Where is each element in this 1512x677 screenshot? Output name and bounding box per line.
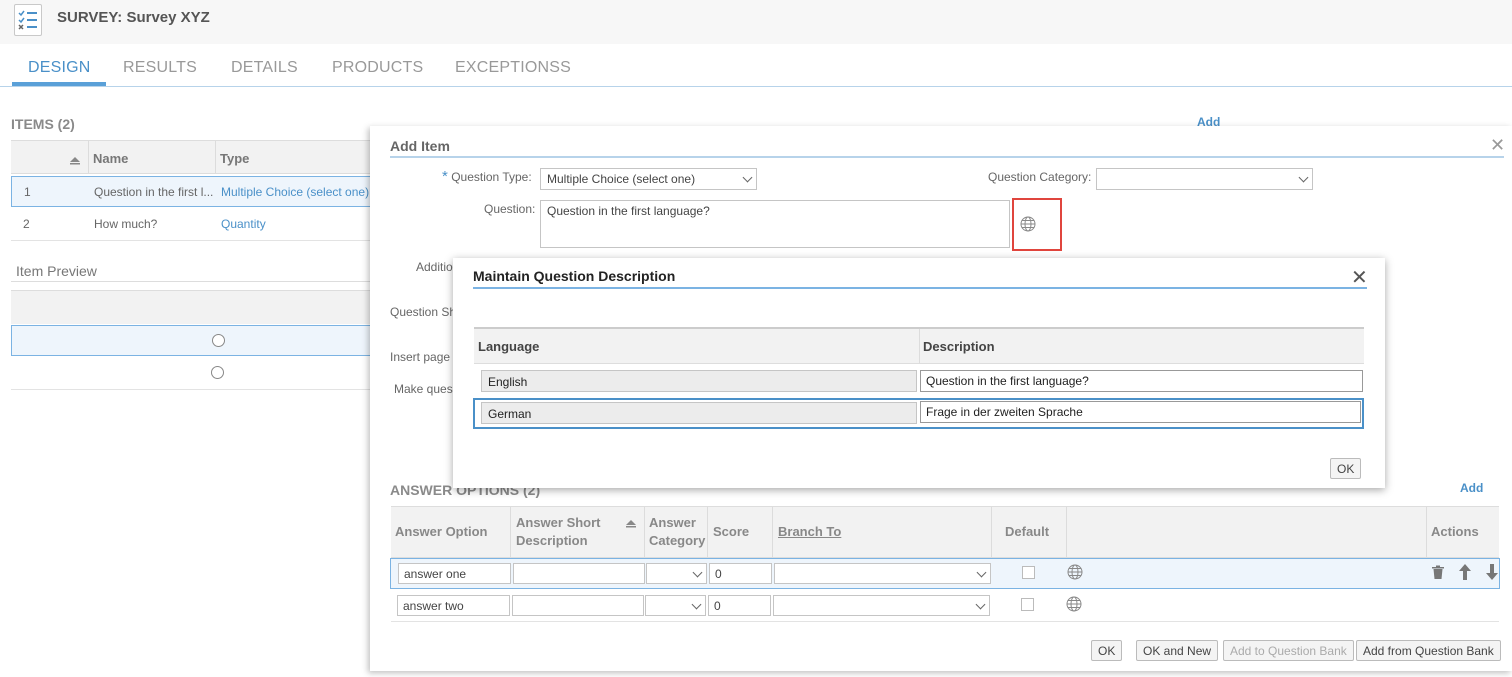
close-icon[interactable]: ✕ [1351,265,1368,290]
tab-design[interactable]: DESIGN [28,59,91,77]
column-type[interactable]: Type [220,151,249,166]
items-section-title: ITEMS (2) [11,116,75,132]
add-from-question-bank-button[interactable]: Add from Question Bank [1356,640,1501,661]
sort-icon[interactable] [626,517,636,531]
table-row[interactable]: 1 Question in the first l... Multiple Ch… [11,176,373,207]
item-name: How much? [94,217,158,231]
language-cell: German [481,402,917,424]
chevron-down-icon [975,599,986,610]
column-category-1[interactable]: Answer [649,514,696,532]
language-cell: English [481,370,917,392]
column-branch-to[interactable]: Branch To [778,523,841,541]
preview-radio[interactable] [212,334,225,347]
item-type-link[interactable]: Quantity [221,217,266,231]
answer-row[interactable]: answer one 0 [390,558,1500,589]
column-answer-option[interactable]: Answer Option [395,523,487,541]
column-language: Language [478,339,540,354]
add-answer-link[interactable]: Add [1460,481,1483,495]
preview-row[interactable] [11,325,373,356]
question-type-label: * Question Type: [442,168,532,185]
divider [390,156,1504,158]
question-category-select[interactable] [1096,168,1313,190]
divider [11,281,371,282]
dialog-table-header: Language Description [474,327,1364,364]
tab-details[interactable]: DETAILS [231,59,298,77]
question-category-label: Question Category: [988,170,1092,184]
column-short-desc-2[interactable]: Description [516,532,588,550]
answer-option-input[interactable]: answer two [397,595,510,616]
chevron-down-icon [692,567,703,578]
chevron-down-icon [691,599,702,610]
short-desc-input[interactable] [512,595,644,616]
sort-icon[interactable] [70,154,80,168]
item-type-link[interactable]: Multiple Choice (select one) [221,185,369,199]
add-to-question-bank-button[interactable]: Add to Question Bank [1223,640,1354,661]
description-input[interactable]: Frage in der zweiten Sprache [920,401,1361,423]
branch-to-select[interactable] [773,595,990,616]
branch-to-select[interactable] [774,563,991,584]
insert-page-label: Insert page [390,350,451,364]
short-desc-input[interactable] [513,563,645,584]
globe-icon[interactable] [1067,564,1083,580]
top-bar [0,0,1512,44]
description-input[interactable]: Question in the first language? [920,370,1363,392]
answer-row[interactable]: answer two 0 [391,590,1499,622]
add-item-title: Add Item [390,138,450,154]
question-textarea[interactable]: Question in the first language? [540,200,1010,248]
default-checkbox[interactable] [1021,598,1034,611]
column-category-2[interactable]: Category [649,532,705,550]
score-input[interactable]: 0 [709,563,772,584]
tabs-divider [0,86,1512,87]
globe-icon[interactable] [1020,216,1036,232]
ok-button[interactable]: OK [1091,640,1123,661]
item-name: Question in the first l... [94,185,214,199]
question-short-label: Question Sh [390,305,457,319]
table-row[interactable]: 2 How much? Quantity [11,208,371,241]
preview-radio[interactable] [211,366,224,379]
preview-header [11,290,371,324]
make-question-label: Make ques [394,382,453,396]
column-actions: Actions [1431,524,1479,539]
column-default[interactable]: Default [1005,523,1049,541]
divider [473,287,1367,289]
question-label: Question: [484,202,536,216]
trash-icon[interactable] [1431,565,1445,583]
column-score[interactable]: Score [713,523,749,541]
answer-table-header: Answer Option Answer Short Description A… [391,506,1499,558]
chevron-down-icon [742,172,753,183]
close-icon[interactable]: ✕ [1490,135,1505,156]
column-description: Description [923,339,995,354]
dialog-title: Maintain Question Description [473,268,676,284]
question-type-select[interactable]: Multiple Choice (select one) [540,168,757,190]
tab-products[interactable]: PRODUCTS [332,59,423,77]
arrow-down-icon[interactable] [1486,564,1498,583]
category-select[interactable] [645,595,706,616]
chevron-down-icon [976,567,987,578]
category-select[interactable] [646,563,707,584]
page-title: SURVEY: Survey XYZ [57,9,210,26]
preview-row[interactable] [11,357,371,390]
additional-label: Additio [416,260,453,274]
ok-and-new-button[interactable]: OK and New [1136,640,1219,661]
column-short-desc-1[interactable]: Answer Short [516,514,601,532]
score-input[interactable]: 0 [708,595,771,616]
default-checkbox[interactable] [1022,566,1035,579]
item-preview-title: Item Preview [16,263,97,279]
checklist-icon [14,4,42,36]
tab-results[interactable]: RESULTS [123,59,197,77]
answer-option-input[interactable]: answer one [398,563,511,584]
row-number: 1 [24,185,31,199]
chevron-down-icon [1298,172,1309,183]
column-name[interactable]: Name [93,151,128,166]
dialog-ok-button[interactable]: OK [1330,458,1362,479]
globe-icon[interactable] [1066,596,1082,612]
arrow-up-icon[interactable] [1459,564,1471,583]
row-number: 2 [23,217,30,231]
tab-exceptions[interactable]: EXCEPTIONSS [455,59,571,77]
items-table-header: Name Type [11,140,371,174]
